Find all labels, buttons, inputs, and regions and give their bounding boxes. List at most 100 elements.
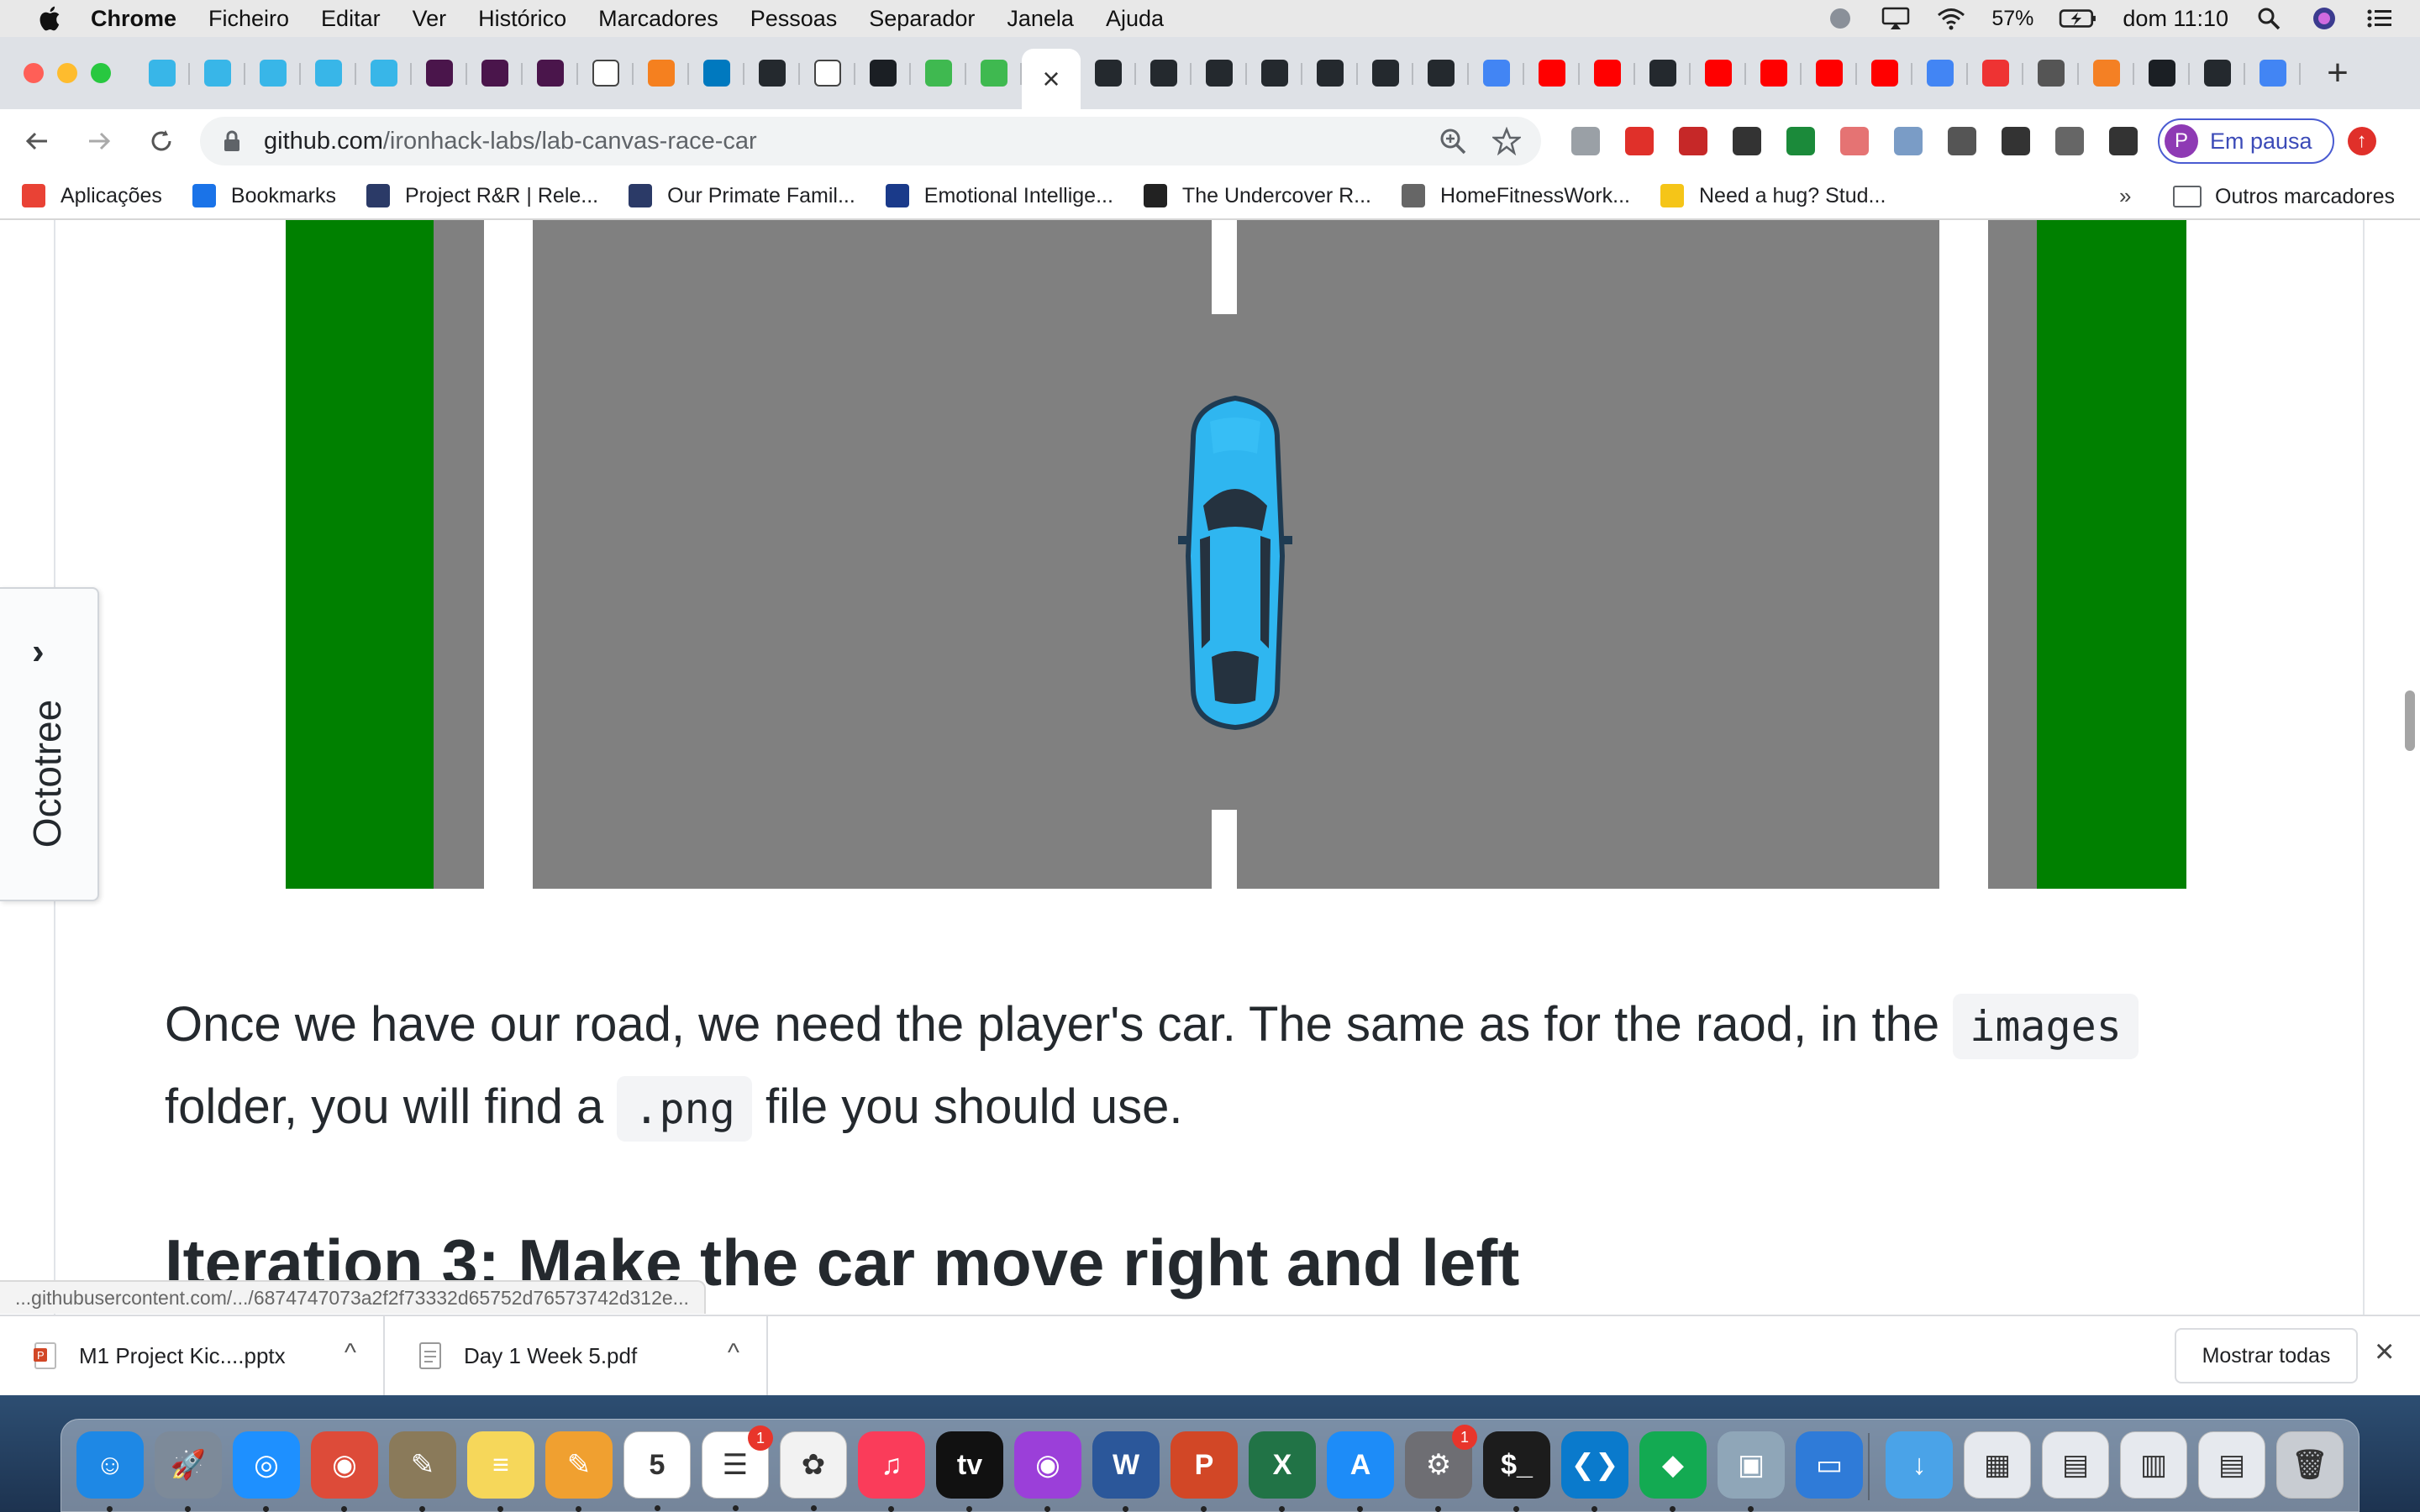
wifi-icon[interactable] bbox=[1936, 6, 1966, 31]
tab-12[interactable] bbox=[800, 48, 855, 98]
download-item-pptx[interactable]: P M1 Project Kic....pptx ^ bbox=[0, 1315, 385, 1396]
extension-icon[interactable] bbox=[2002, 127, 2030, 155]
tab-6[interactable] bbox=[467, 48, 523, 98]
dock-app-trash[interactable]: 🗑 bbox=[2276, 1431, 2344, 1499]
close-download-shelf-icon[interactable]: × bbox=[2375, 1333, 2394, 1371]
dock-app-mongodb[interactable]: ◆ bbox=[1639, 1431, 1707, 1512]
menu-bar-clock[interactable]: dom 11:10 bbox=[2123, 6, 2228, 32]
menu-historico[interactable]: Histórico bbox=[478, 6, 566, 32]
forward-button[interactable] bbox=[74, 116, 124, 166]
spotlight-search-icon[interactable] bbox=[2254, 6, 2284, 31]
dock-app-powerpoint[interactable]: P bbox=[1171, 1431, 1238, 1512]
extension-icon[interactable] bbox=[1840, 127, 1869, 155]
tab-9[interactable] bbox=[634, 48, 689, 98]
dock-app-word[interactable]: W bbox=[1092, 1431, 1160, 1512]
tab-4[interactable] bbox=[356, 48, 412, 98]
menu-janela[interactable]: Janela bbox=[1007, 6, 1074, 32]
dock-app-launchpad[interactable]: 🚀 bbox=[155, 1431, 222, 1512]
download-item-pdf[interactable]: Day 1 Week 5.pdf ^ bbox=[385, 1315, 768, 1396]
dock-app-notes[interactable]: ≡ bbox=[467, 1431, 534, 1512]
minimize-window-button[interactable] bbox=[57, 63, 77, 83]
tab-0[interactable] bbox=[134, 48, 190, 98]
new-tab-button[interactable]: + bbox=[2312, 52, 2363, 94]
dock-app-desktop[interactable]: ▥ bbox=[2120, 1431, 2187, 1499]
tab-15[interactable] bbox=[966, 48, 1022, 98]
dock-app-terminal[interactable]: $_ bbox=[1483, 1431, 1550, 1512]
bubble-status-icon[interactable] bbox=[1825, 6, 1855, 31]
menu-ficheiro[interactable]: Ficheiro bbox=[208, 6, 289, 32]
tab-8[interactable] bbox=[578, 48, 634, 98]
bookmark-item[interactable]: Our Primate Famil... bbox=[629, 184, 855, 208]
extension-icon[interactable] bbox=[2109, 127, 2138, 155]
other-bookmarks-folder[interactable]: Outros marcadores bbox=[2173, 173, 2395, 220]
close-tab-icon[interactable]: × bbox=[1042, 61, 1060, 97]
tab-right-11[interactable] bbox=[1691, 48, 1746, 98]
bookmark-item[interactable]: HomeFitnessWork... bbox=[1402, 184, 1630, 208]
tab-right-12[interactable] bbox=[1746, 48, 1802, 98]
tab-10[interactable] bbox=[689, 48, 744, 98]
extension-icon[interactable] bbox=[1571, 127, 1600, 155]
tab-active[interactable]: × bbox=[1022, 49, 1081, 109]
dock-app-chrome[interactable]: ◉ bbox=[311, 1431, 378, 1512]
tab-right-8[interactable] bbox=[1524, 48, 1580, 98]
dock-app-screenshots[interactable]: ▦ bbox=[1964, 1431, 2031, 1499]
address-bar[interactable]: github.com/ironhack-labs/lab-canvas-race… bbox=[200, 117, 1541, 165]
extension-icon[interactable] bbox=[1679, 127, 1707, 155]
close-window-button[interactable] bbox=[24, 63, 44, 83]
tab-right-9[interactable] bbox=[1580, 48, 1635, 98]
profile-button[interactable]: P Em pausa bbox=[2158, 118, 2334, 164]
extension-icon[interactable] bbox=[1894, 127, 1923, 155]
tab-right-13[interactable] bbox=[1802, 48, 1857, 98]
tab-14[interactable] bbox=[911, 48, 966, 98]
tab-right-14[interactable] bbox=[1857, 48, 1912, 98]
chrome-update-icon[interactable]: ↑ bbox=[2347, 127, 2376, 155]
tab-right-15[interactable] bbox=[1912, 48, 1968, 98]
tab-5[interactable] bbox=[412, 48, 467, 98]
menu-app-name[interactable]: Chrome bbox=[91, 6, 176, 32]
tab-right-10[interactable] bbox=[1635, 48, 1691, 98]
dock-app-folder[interactable]: ▤ bbox=[2198, 1431, 2265, 1499]
download-options-caret-icon[interactable]: ^ bbox=[728, 1339, 739, 1368]
dock-app-excel[interactable]: X bbox=[1249, 1431, 1316, 1512]
extension-icon[interactable] bbox=[1786, 127, 1815, 155]
tab-right-7[interactable] bbox=[1469, 48, 1524, 98]
tab-11[interactable] bbox=[744, 48, 800, 98]
bookmarks-overflow-button[interactable]: » bbox=[2119, 183, 2131, 209]
tab-right-18[interactable] bbox=[2079, 48, 2134, 98]
notification-center-icon[interactable] bbox=[2365, 6, 2395, 31]
dock-app-podcasts[interactable]: ◉ bbox=[1014, 1431, 1081, 1512]
zoom-icon[interactable] bbox=[1439, 127, 1467, 155]
tab-right-17[interactable] bbox=[2023, 48, 2079, 98]
back-button[interactable] bbox=[12, 116, 62, 166]
tab-right-1[interactable] bbox=[1136, 48, 1192, 98]
menu-marcadores[interactable]: Marcadores bbox=[598, 6, 718, 32]
menu-ver[interactable]: Ver bbox=[413, 6, 447, 32]
dock-app-music[interactable]: ♫ bbox=[858, 1431, 925, 1512]
extension-icon[interactable] bbox=[2055, 127, 2084, 155]
dock-app-photos[interactable]: ✿ bbox=[780, 1431, 847, 1511]
battery-charging-icon[interactable] bbox=[2059, 6, 2097, 31]
menu-pessoas[interactable]: Pessoas bbox=[750, 6, 838, 32]
menu-separador[interactable]: Separador bbox=[869, 6, 975, 32]
apple-menu-icon[interactable] bbox=[32, 4, 66, 33]
page-scrollbar-thumb[interactable] bbox=[2405, 690, 2415, 751]
tab-right-0[interactable] bbox=[1081, 48, 1136, 98]
tab-right-6[interactable] bbox=[1413, 48, 1469, 98]
tab-7[interactable] bbox=[523, 48, 578, 98]
tab-3[interactable] bbox=[301, 48, 356, 98]
lock-icon[interactable] bbox=[222, 129, 242, 153]
bookmark-item[interactable]: Need a hug? Stud... bbox=[1660, 184, 1886, 208]
dock-app-preview[interactable]: ✎ bbox=[389, 1431, 456, 1512]
dock-app-image-capture[interactable]: ▣ bbox=[1718, 1431, 1785, 1512]
airplay-icon[interactable] bbox=[1881, 6, 1911, 31]
siri-icon[interactable] bbox=[2309, 6, 2339, 31]
dock-app-system-preferences[interactable]: ⚙ 1 bbox=[1405, 1425, 1477, 1512]
dock-app-safari[interactable]: ◎ bbox=[233, 1431, 300, 1512]
menu-ajuda[interactable]: Ajuda bbox=[1106, 6, 1164, 32]
show-all-downloads-button[interactable]: Mostrar todas bbox=[2175, 1328, 2358, 1383]
dock-app-downloads[interactable]: ↓ bbox=[1886, 1431, 1953, 1499]
dock-app-app-store[interactable]: A bbox=[1327, 1431, 1394, 1512]
dock-app-vs-code[interactable]: ❮❯ bbox=[1561, 1431, 1628, 1512]
bookmark-item[interactable]: Aplicações bbox=[22, 184, 162, 208]
tab-right-20[interactable] bbox=[2190, 48, 2245, 98]
